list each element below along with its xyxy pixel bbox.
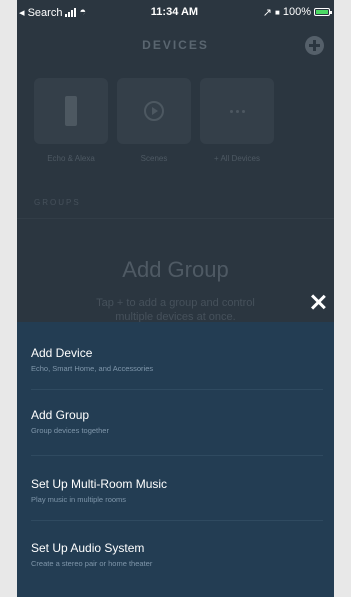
wifi-icon: ◓ [79, 6, 87, 18]
battery-percent: 100% [282, 6, 311, 18]
divider [17, 218, 334, 219]
tile-scenes[interactable]: Scenes [117, 78, 191, 163]
tile-all-devices-text: All Devices [220, 154, 261, 163]
menu-item-title: Set Up Audio System [31, 541, 145, 555]
menu-item-title: Add Group [31, 408, 90, 422]
empty-groups-subtitle: Tap + to add a group and control multipl… [96, 297, 255, 323]
groups-section-label: GROUPS [34, 198, 81, 207]
menu-item-title: Set Up Multi-Room Music [31, 477, 168, 491]
device-category-tiles: Echo & Alexa Scenes + All Devices [34, 78, 274, 163]
tile-echo-alexa[interactable]: Echo & Alexa [34, 78, 108, 163]
tile-scenes-label: Scenes [140, 154, 168, 163]
menu-item-subtitle: Group devices together [31, 426, 109, 435]
menu-item-subtitle: Play music in multiple rooms [31, 495, 127, 504]
menu-item-audio-system[interactable]: Set Up Audio System Create a stereo pair… [17, 541, 334, 568]
tile-all-devices-label: + All Devices [214, 154, 260, 163]
add-plus-button[interactable] [305, 36, 324, 55]
status-time: 11:34 AM [150, 6, 199, 18]
menu-item-multi-room-music[interactable]: Set Up Multi-Room Music Play music in mu… [17, 477, 334, 504]
play-circle-icon [144, 101, 164, 121]
menu-item-subtitle: Create a stereo pair or home theater [31, 559, 153, 568]
battery-icon [314, 8, 332, 16]
page-title: DEVICES [142, 38, 209, 52]
back-to-search-link[interactable]: ◂ Search [19, 6, 62, 19]
status-bar: ◂ Search ◓ 11:34 AM ↗ ■ 100% [17, 0, 334, 24]
menu-item-add-group[interactable]: Add Group Group devices together [17, 408, 334, 435]
devices-header: DEVICES [17, 24, 334, 66]
tile-scenes-box [117, 78, 191, 144]
phone-screen: ◂ Search ◓ 11:34 AM ↗ ■ 100% DEVICES Ech… [17, 0, 334, 597]
empty-groups-title: Add Group [122, 257, 229, 282]
status-right: ↗ ■ 100% [262, 6, 332, 19]
close-icon[interactable] [308, 292, 328, 312]
tile-echo-box [34, 78, 108, 144]
tile-echo-label: Echo & Alexa [47, 154, 95, 163]
signal-icon [65, 7, 77, 17]
menu-item-add-device[interactable]: Add Device Echo, Smart Home, and Accesso… [17, 346, 334, 373]
menu-divider [31, 455, 323, 456]
location-icon: ↗ [262, 6, 273, 19]
more-dots-icon [229, 109, 245, 113]
menu-divider [31, 520, 323, 521]
menu-divider [31, 389, 323, 390]
add-options-sheet: Add Device Echo, Smart Home, and Accesso… [17, 322, 334, 597]
menu-item-subtitle: Echo, Smart Home, and Accessories [31, 364, 154, 373]
menu-item-title: Add Device [31, 346, 93, 360]
echo-icon [65, 96, 77, 126]
tile-all-devices-box [200, 78, 274, 144]
status-left: ◂ Search ◓ [19, 6, 86, 19]
tile-all-devices[interactable]: + All Devices [200, 78, 274, 163]
lock-rotation-icon: ■ [275, 7, 280, 17]
